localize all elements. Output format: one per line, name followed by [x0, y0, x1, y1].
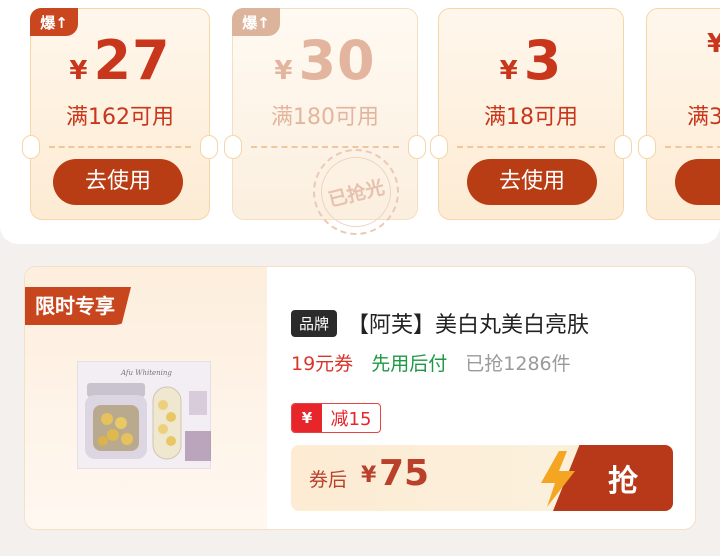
coupon-strip: 爆↑ ¥27 满162可用 去使用 爆↑ ¥30 满180可用 已抢光 ¥3 满… — [0, 0, 720, 244]
coupon-amount: ¥30 — [233, 29, 417, 92]
yen-ticket-icon: ¥ — [292, 404, 322, 432]
coupon-card[interactable]: 爆↑ ¥27 满162可用 去使用 — [22, 8, 218, 220]
coupon-amount: ¥ — [707, 29, 720, 59]
coupon-condition: 满180可用 — [271, 105, 379, 130]
image-caption: Afu Whitening — [120, 369, 172, 377]
coupon-divider — [49, 146, 191, 148]
lightning-icon — [541, 451, 575, 507]
coupon-value: 30 — [298, 29, 376, 92]
currency-symbol: ¥ — [69, 56, 88, 86]
currency-symbol: ¥ — [499, 56, 518, 86]
coupon-card-sold-out: 爆↑ ¥30 满180可用 已抢光 — [224, 8, 426, 244]
final-price: 75 — [379, 453, 430, 494]
use-coupon-button[interactable]: 去使用 — [467, 159, 597, 205]
coupon-condition: 满18可用 — [484, 105, 578, 130]
coupon-notch — [614, 135, 632, 159]
coupon-notch — [638, 135, 656, 159]
sold-count: 已抢1286件 — [465, 353, 571, 375]
product-image-area[interactable]: 限时专享 Afu Whitening — [25, 267, 267, 529]
use-coupon-button[interactable]: 去使用 — [53, 159, 183, 205]
limited-offer-tag: 限时专享 — [25, 287, 131, 325]
product-title-row[interactable]: 品牌 【阿芙】美白丸美白亮肤 — [291, 307, 589, 339]
use-coupon-button[interactable]: 去 — [675, 159, 720, 205]
product-card[interactable]: 限时专享 Afu Whitening 品牌 【阿芙】美白丸美白亮肤 19元券 先… — [24, 266, 696, 530]
coupon-notch — [200, 135, 218, 159]
coupon-condition: 满162可用 — [66, 105, 174, 130]
coupon-value: 3 — [523, 29, 563, 92]
coupon-notch — [408, 135, 426, 159]
coupon-notch — [224, 135, 242, 159]
coupon-amount-text: 19元券 — [291, 353, 354, 375]
sold-out-stamp: 已抢光 — [303, 139, 409, 244]
coupon-divider — [251, 146, 399, 148]
coupon-card[interactable]: ¥3 满18可用 去使用 — [430, 8, 632, 220]
currency-symbol: ¥ — [361, 463, 377, 488]
coupon-notch — [22, 135, 40, 159]
currency-symbol: ¥ — [274, 56, 293, 86]
coupon-amount: ¥27 — [31, 29, 209, 92]
currency-symbol: ¥ — [707, 29, 720, 59]
product-title[interactable]: 【阿芙】美白丸美白亮肤 — [347, 313, 589, 338]
coupon-amount: ¥3 — [439, 29, 623, 92]
product-info-row: 19元券 先用后付 已抢1286件 — [291, 349, 571, 376]
product-image[interactable]: Afu Whitening — [77, 361, 211, 469]
coupon-card-partial[interactable]: ¥ 满3 去 — [638, 8, 720, 220]
discount-badge: ¥ 减15 — [291, 403, 381, 433]
grab-label: 抢 — [608, 464, 638, 499]
stamp-text: 已抢光 — [326, 175, 387, 212]
pay-later-text: 先用后付 — [371, 353, 448, 375]
coupon-divider — [457, 146, 605, 148]
coupon-condition: 满3 — [687, 105, 720, 130]
discount-label: 减15 — [330, 409, 372, 430]
coupon-notch — [430, 135, 448, 159]
brand-tag: 品牌 — [291, 309, 338, 337]
after-coupon-label: 券后 — [309, 469, 348, 491]
price-buy-bar[interactable]: 券后 ¥ 75 抢 — [291, 445, 673, 511]
coupon-divider — [665, 146, 720, 148]
coupon-value: 27 — [93, 29, 171, 92]
